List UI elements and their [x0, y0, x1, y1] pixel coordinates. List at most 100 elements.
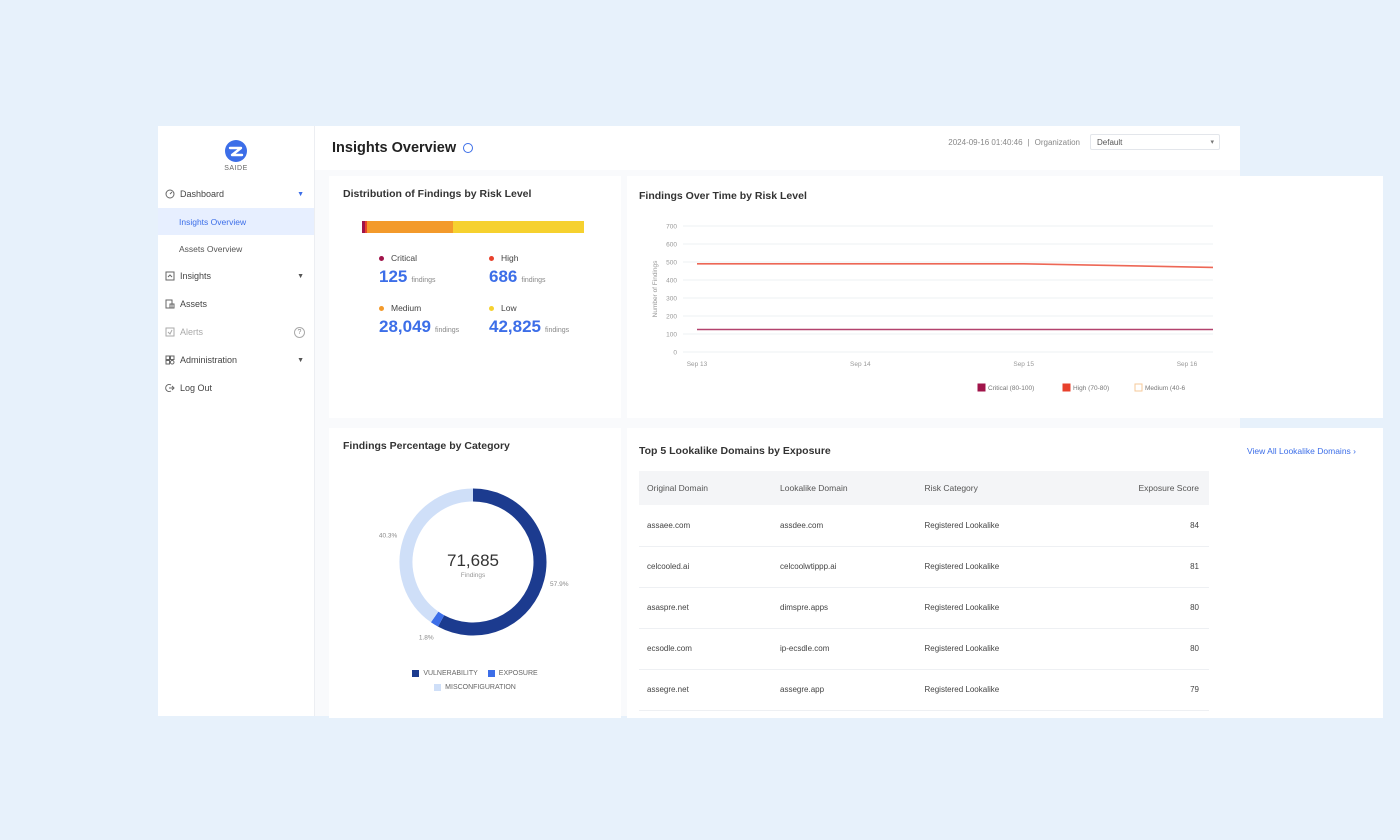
- risk-level-label: Medium: [379, 303, 489, 313]
- legend-swatch: [412, 670, 420, 677]
- risk-count: 42,825: [489, 317, 541, 336]
- table-cell: Registered Lookalike: [916, 628, 1074, 670]
- help-icon[interactable]: ?: [294, 326, 305, 338]
- column-header[interactable]: Exposure Score: [1073, 471, 1209, 505]
- chevron-down-icon[interactable]: ▼: [297, 191, 304, 198]
- table-row[interactable]: ecsodle.com ip-ecsdle.com Registered Looka…: [639, 628, 1209, 670]
- table-cell: 79: [1073, 669, 1209, 711]
- slice-percent-label: 40.3%: [379, 532, 398, 539]
- table-row[interactable]: asaspre.net dimspre.apps Registered Lookal…: [639, 587, 1209, 629]
- table-row[interactable]: assegre.net assegre.app Registered Lookali…: [639, 669, 1209, 711]
- risk-level-item[interactable]: Critical 125 findings: [379, 253, 489, 287]
- legend-label: Medium (40-6: [1145, 385, 1185, 392]
- table-row[interactable]: assaee.com assdee.com Registered Lookalike…: [639, 505, 1209, 547]
- card-title: Findings Percentage by Category: [343, 440, 510, 452]
- line-chart[interactable]: 0 100 200 300 400 500 600 700 Number of Findings…: [633, 212, 1223, 402]
- table-cell: celcoolwtippp.ai: [772, 546, 917, 588]
- table-cell: celcooled.ai: [639, 546, 773, 588]
- y-tick-label: 400: [666, 278, 677, 285]
- donut-slice[interactable]: [430, 611, 445, 627]
- app-window: SAIDE Dashboard ▼ Insights Overview Asse…: [158, 126, 1383, 718]
- sidebar-item-dashboard[interactable]: Dashboard ▼: [158, 180, 314, 208]
- risk-dot-icon: [489, 255, 494, 261]
- table-cell: assdee.com: [772, 505, 917, 547]
- legend-item[interactable]: EXPOSURE: [487, 670, 538, 677]
- y-tick-label: 500: [666, 260, 677, 267]
- legend-swatch: [434, 684, 442, 691]
- donut-total: 71,685: [447, 551, 499, 570]
- table-cell: 80: [1073, 628, 1209, 670]
- risk-level-grid: Critical 125 findings High 686 findings Medium…: [379, 253, 607, 337]
- risk-distribution-bar[interactable]: [362, 221, 584, 233]
- sidebar-item-label: Alerts: [180, 327, 204, 337]
- admin-icon: [164, 355, 175, 366]
- risk-dot-icon: [489, 305, 494, 311]
- table-cell: Registered Lookalike: [916, 505, 1074, 547]
- logo[interactable]: SAIDE: [158, 126, 314, 178]
- slice-percent-label: 1.8%: [419, 635, 434, 642]
- risk-level-item[interactable]: Low 42,825 findings: [489, 303, 599, 337]
- sidebar-item-administration[interactable]: Administration ▼: [158, 346, 314, 374]
- donut-chart[interactable]: 57.9% 1.8% 40.3% 71,685 Findings: [343, 478, 607, 678]
- risk-unit: findings: [435, 327, 460, 334]
- chevron-down-icon[interactable]: ▼: [297, 357, 304, 364]
- sidebar: SAIDE Dashboard ▼ Insights Overview Asse…: [158, 126, 315, 716]
- sidebar-item-label: Insights: [180, 271, 212, 281]
- organization-select[interactable]: Default ▾: [1090, 134, 1220, 150]
- table-cell: asaspre.net: [639, 587, 773, 629]
- column-header[interactable]: Original Domain: [639, 471, 773, 505]
- risk-level-name: Low: [501, 303, 517, 313]
- insights-icon: [164, 271, 175, 282]
- sidebar-item-insights[interactable]: Insights ▼: [158, 262, 314, 290]
- table-cell: assegre.net: [639, 669, 773, 711]
- donut-total-label: Findings: [461, 572, 486, 579]
- view-all-link[interactable]: View All Lookalike Domains ›: [1247, 446, 1356, 456]
- table-cell: ip-ecsdle.com: [772, 628, 917, 670]
- sidebar-item-logout[interactable]: Log Out: [158, 374, 314, 402]
- legend-item[interactable]: MISCONFIGURATION: [434, 684, 516, 691]
- risk-level-value: 125 findings: [379, 267, 489, 287]
- risk-bar-segment[interactable]: [453, 221, 584, 233]
- table-cell: Registered Lookalike: [916, 546, 1074, 588]
- risk-level-label: Critical: [379, 253, 489, 263]
- sidebar-item-alerts[interactable]: Alerts ?: [158, 318, 314, 346]
- sidebar-item-insights-overview[interactable]: Insights Overview: [158, 208, 314, 235]
- risk-level-item[interactable]: High 686 findings: [489, 253, 599, 287]
- info-icon[interactable]: [463, 143, 474, 153]
- header-meta: 2024-09-16 01:40:46 | Organization Defau…: [948, 134, 1220, 150]
- risk-unit: findings: [521, 277, 546, 284]
- sidebar-item-label: Assets: [180, 299, 208, 309]
- x-tick-label: Sep 13: [687, 361, 708, 368]
- sidebar-item-label: Insights Overview: [179, 216, 247, 227]
- column-header[interactable]: Lookalike Domain: [772, 471, 917, 505]
- y-tick-label: 100: [666, 332, 677, 339]
- sidebar-item-assets-overview[interactable]: Assets Overview: [158, 235, 314, 262]
- series-line: [697, 262, 1214, 269]
- risk-level-item[interactable]: Medium 28,049 findings: [379, 303, 489, 337]
- column-header[interactable]: Risk Category: [916, 471, 1074, 505]
- table-cell: dimspre.apps: [772, 587, 917, 629]
- table-row[interactable]: celcooled.ai celcoolwtippp.ai Registered L…: [639, 546, 1209, 588]
- table-cell: 80: [1073, 587, 1209, 629]
- legend-swatch: [1062, 383, 1071, 392]
- risk-level-name: High: [501, 253, 519, 263]
- chevron-down-icon[interactable]: ▼: [297, 273, 304, 280]
- risk-count: 28,049: [379, 317, 431, 336]
- chevron-down-icon: ▾: [1210, 139, 1214, 146]
- table-cell: assegre.app: [772, 669, 917, 711]
- legend-label: VULNERABILITY: [423, 670, 478, 677]
- main-content: Insights Overview 2024-09-16 01:40:46 | …: [315, 126, 1383, 718]
- donut-legend: VULNERABILITY EXPOSURE MISCONFIGURATION: [329, 670, 621, 691]
- lookalike-table: Original Domain Lookalike Domain Risk Ca…: [639, 471, 1209, 711]
- legend-item[interactable]: VULNERABILITY: [412, 670, 478, 677]
- legend-label: MISCONFIGURATION: [445, 684, 516, 691]
- y-tick-label: 200: [666, 314, 677, 321]
- category-percentage-card: Findings Percentage by Category 57.9% 1.8…: [329, 428, 621, 718]
- page-title: Insights Overview: [332, 140, 457, 156]
- risk-bar-segment[interactable]: [367, 221, 454, 233]
- findings-over-time-card: Findings Over Time by Risk Level 0 100 200…: [627, 176, 1383, 418]
- risk-unit: findings: [411, 277, 436, 284]
- sidebar-item-label: Log Out: [180, 383, 213, 393]
- alerts-icon: [164, 327, 175, 338]
- sidebar-item-assets[interactable]: Assets: [158, 290, 314, 318]
